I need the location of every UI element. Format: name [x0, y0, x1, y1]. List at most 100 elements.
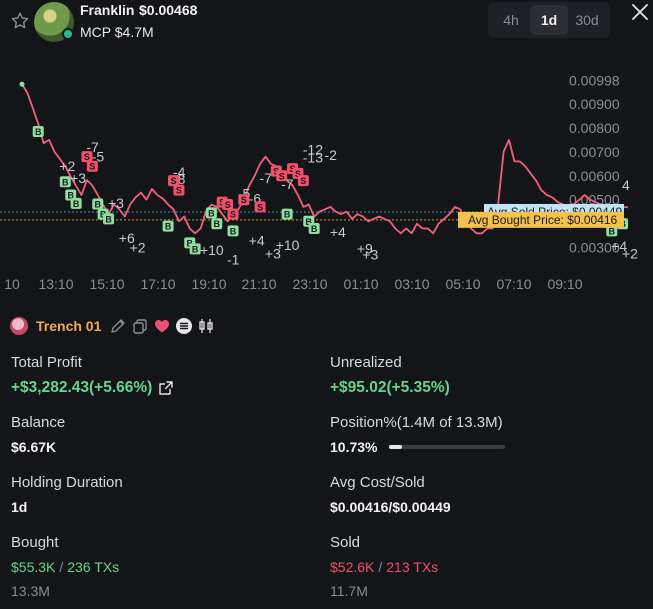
x-tick-label: 21:10 — [241, 276, 276, 292]
trade-annotation: -1 — [227, 251, 240, 267]
buy-marker-label: B — [62, 177, 69, 187]
trade-annotation: +10 — [200, 242, 224, 258]
sell-marker-label: S — [225, 200, 231, 210]
sold-amount: $52.6K — [330, 559, 375, 575]
timeframe-selector: 4h 1d 30d — [488, 2, 610, 38]
trench-avatar[interactable] — [10, 317, 28, 335]
buy-marker-label: B — [192, 244, 199, 254]
token-header: Franklin $0.00468 MCP $4.7M 4h 1d 30d — [0, 0, 653, 44]
position-progress-fill — [389, 445, 402, 449]
trench-bar: Trench 01 — [10, 315, 215, 337]
position-value: 10.73% — [330, 439, 378, 455]
sold-stat: Sold $52.6K/213 TXs 11.7M — [330, 534, 438, 599]
buy-marker-label: B — [105, 214, 112, 224]
trench-name[interactable]: Trench 01 — [36, 318, 101, 334]
sell-marker-label: S — [279, 171, 285, 181]
x-tick-label: 23:10 — [292, 276, 327, 292]
trade-annotation: +3 — [70, 170, 86, 186]
candlestick-icon[interactable] — [197, 317, 215, 335]
buy-marker-label: B — [609, 226, 616, 236]
sell-marker-label: S — [176, 186, 182, 196]
chain-badge-icon — [62, 28, 74, 40]
sold-tokens: 11.7M — [330, 583, 368, 599]
copy-icon[interactable] — [131, 317, 149, 335]
buy-marker-label: B — [208, 208, 215, 218]
trade-annotation: +4 — [249, 232, 265, 248]
total-profit-stat: Total Profit +$3,282.43(+5.66%) — [11, 354, 174, 397]
balance-stat: Balance $6.67K — [11, 414, 65, 455]
trade-annotation: +3 — [108, 195, 124, 211]
holding-value: 1d — [11, 499, 28, 515]
sell-marker-label: S — [257, 202, 263, 212]
sell-marker-label: S — [89, 162, 95, 172]
trade-annotation: -13 — [303, 150, 323, 166]
price-start-dot — [19, 81, 25, 87]
y-tick-label: 0.00600 — [569, 168, 620, 184]
bought-label: Bought — [11, 534, 59, 551]
trade-annotation: -2 — [324, 147, 337, 163]
y-tick-label: 0.00998 — [569, 72, 620, 88]
bought-txs: 236 TXs — [67, 559, 120, 575]
sold-row: $52.6K/213 TXs — [330, 559, 438, 575]
buy-marker-label: B — [95, 200, 102, 210]
avg-cost-stat: Avg Cost/Sold $0.00416/$0.00449 — [330, 474, 451, 515]
trade-annotation: 4 — [622, 177, 630, 193]
trade-annotation: +2 — [622, 245, 638, 261]
x-tick-label: 13:10 — [38, 276, 73, 292]
timeframe-30d[interactable]: 30d — [568, 5, 606, 35]
sell-marker-label: S — [241, 195, 247, 205]
sell-marker-label: S — [170, 176, 176, 186]
position-row: 10.73% — [330, 439, 506, 455]
x-tick-label: 15:10 — [89, 276, 124, 292]
x-tick-label: 17:10 — [140, 276, 175, 292]
y-tick-label: 0.00900 — [569, 96, 620, 112]
trade-annotation: +2 — [130, 239, 146, 255]
trade-annotation: +3 — [265, 245, 281, 261]
sold-separator: / — [378, 559, 383, 575]
sold-label: Sold — [330, 534, 361, 551]
y-tick-label: 0.00700 — [569, 144, 620, 160]
close-icon[interactable] — [631, 3, 649, 21]
avg-bought-label: Avg Bought Price: $0.00416 — [468, 213, 618, 227]
unrealized-stat: Unrealized +$95.02(+5.35%) — [330, 354, 450, 397]
sell-marker-label: S — [230, 210, 236, 220]
trade-annotation: -7 — [259, 170, 272, 186]
buy-marker-label: B — [311, 224, 318, 234]
balance-value: $6.67K — [11, 439, 57, 455]
heart-icon[interactable] — [153, 317, 171, 335]
sell-marker-label: S — [84, 152, 90, 162]
bought-row: $55.3K/236 TXs — [11, 559, 119, 575]
timeframe-4h[interactable]: 4h — [492, 5, 530, 35]
y-tick-label: 0.00800 — [569, 120, 620, 136]
position-stat: Position%(1.4M of 13.3M) 10.73% — [330, 414, 506, 455]
edit-icon[interactable] — [109, 317, 127, 335]
unrealized-label: Unrealized — [330, 354, 402, 371]
external-link-icon[interactable] — [158, 380, 174, 396]
trade-annotation: +3 — [362, 247, 378, 263]
price-chart[interactable]: 0.009980.009000.008000.007000.006000.005… — [0, 44, 653, 300]
market-cap: MCP $4.7M — [80, 24, 154, 40]
star-icon[interactable] — [10, 11, 30, 31]
list-icon[interactable] — [175, 317, 193, 335]
position-label: Position%(1.4M of 13.3M) — [330, 414, 503, 431]
balance-label: Balance — [11, 414, 66, 431]
bought-stat: Bought $55.3K/236 TXs 13.3M — [11, 534, 119, 599]
total-profit-row: +$3,282.43(+5.66%) — [11, 379, 174, 397]
buy-marker-label: B — [214, 219, 221, 229]
holding-label: Holding Duration — [11, 474, 123, 491]
x-tick-label: 10 — [4, 276, 20, 292]
token-name[interactable]: Franklin — [80, 2, 134, 18]
x-tick-label: 05:10 — [445, 276, 480, 292]
position-progress-bar — [389, 445, 506, 449]
timeframe-1d[interactable]: 1d — [530, 5, 568, 35]
sell-marker-label: S — [300, 176, 306, 186]
bought-separator: / — [59, 559, 64, 575]
avg-cost-label: Avg Cost/Sold — [330, 474, 425, 491]
x-tick-label: 09:10 — [547, 276, 582, 292]
total-profit-value: +$3,282.43(+5.66%) — [11, 379, 153, 396]
holding-stat: Holding Duration 1d — [11, 474, 123, 515]
bought-amount: $55.3K — [11, 559, 56, 575]
buy-marker-label: B — [230, 226, 237, 236]
trade-annotation: +4 — [330, 224, 346, 240]
x-tick-label: 19:10 — [191, 276, 226, 292]
